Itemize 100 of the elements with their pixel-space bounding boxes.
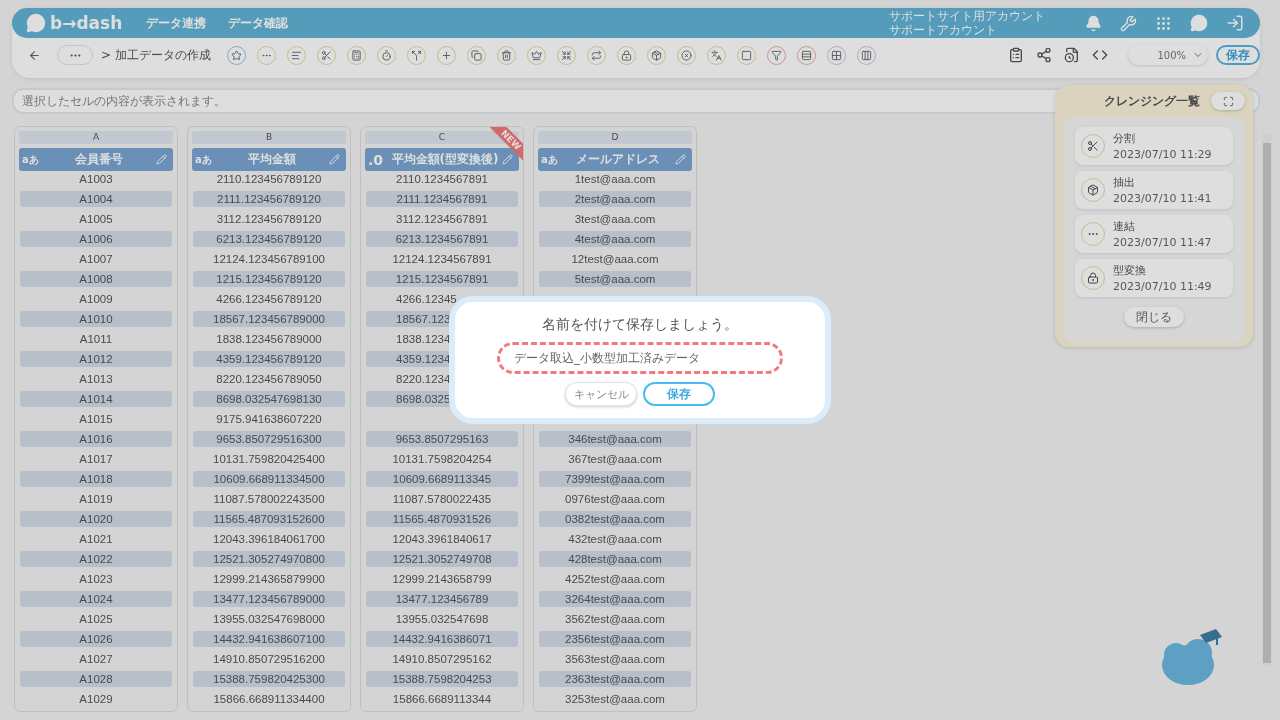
grid-icon[interactable] xyxy=(826,45,846,65)
edit-icon[interactable] xyxy=(502,154,513,165)
table-cell: 1215.123456789120 xyxy=(193,271,345,287)
table-cell: 11565.487093152600 xyxy=(193,511,345,527)
name-field[interactable]: データ取込_小数型加工済みデータ xyxy=(497,342,783,374)
step-name: 抽出 xyxy=(1113,175,1136,190)
scrollbar[interactable] xyxy=(1262,133,1272,665)
calculator-icon[interactable] xyxy=(346,45,366,65)
dots-icon[interactable] xyxy=(256,45,276,65)
chat-icon[interactable] xyxy=(1190,14,1208,32)
box-icon[interactable] xyxy=(646,45,666,65)
column-header[interactable]: aあ 会員番号 xyxy=(19,148,173,171)
lock-icon[interactable] xyxy=(616,45,636,65)
table-cell: A1018 xyxy=(20,471,172,487)
filter-icon[interactable] xyxy=(766,45,786,65)
column-name: 会員番号 xyxy=(74,151,124,168)
column-header[interactable]: aあ 平均金額 xyxy=(192,148,346,171)
zoom-select[interactable]: 100% xyxy=(1128,45,1208,65)
table-cell-text: A1003 xyxy=(78,172,114,187)
column-header[interactable]: .0 平均金額(型変換後) xyxy=(365,148,519,171)
table-cell: 346test@aaa.com xyxy=(539,431,691,447)
split-icon[interactable] xyxy=(406,45,426,65)
translate-icon[interactable] xyxy=(706,45,726,65)
table-cell-text: 2110.123456789120 xyxy=(215,172,323,187)
table-cell: 6213.123456789120 xyxy=(193,231,345,247)
history-item[interactable]: 分割 2023/07/10 11:29 xyxy=(1075,127,1233,165)
history-item[interactable]: 型変換 2023/07/10 11:49 xyxy=(1075,259,1233,297)
save-button[interactable]: 保存 xyxy=(1216,45,1260,65)
copy-icon[interactable] xyxy=(466,45,486,65)
cancel-button[interactable]: キャンセル xyxy=(565,382,637,406)
table-cell: 10609.668911334500 xyxy=(193,471,345,487)
table-cell-text: 2110.1234567891 xyxy=(395,172,489,187)
nav-link[interactable]: データ連携 xyxy=(146,14,207,32)
column-letter: A xyxy=(19,131,173,144)
expand-button[interactable] xyxy=(1211,92,1245,110)
column-name: 平均金額 xyxy=(247,151,297,168)
history-item[interactable]: 連結 2023/07/10 11:47 xyxy=(1075,215,1233,253)
logo[interactable]: b→dash xyxy=(26,13,123,33)
bell-icon[interactable] xyxy=(1085,14,1102,32)
edit-icon[interactable] xyxy=(329,154,340,165)
table-cell: A1022 xyxy=(20,551,172,567)
code-icon[interactable] xyxy=(1092,47,1108,63)
share-icon[interactable] xyxy=(1036,47,1052,63)
table-cell: 13477.123456789000 xyxy=(193,591,345,607)
table-cell: 15388.7598204253 xyxy=(366,671,518,687)
step-time: 2023/07/10 11:29 xyxy=(1113,148,1212,161)
table-cell-text: 12test@aaa.com xyxy=(570,252,660,267)
trash-icon[interactable] xyxy=(496,45,516,65)
back-icon[interactable] xyxy=(28,48,41,62)
table-cell-text: 15866.6689113344 xyxy=(391,692,493,707)
file-history-icon[interactable] xyxy=(1064,47,1080,63)
table-cell-text: A1007 xyxy=(78,252,114,267)
clipboard-icon[interactable] xyxy=(1008,47,1024,63)
table-cell: 2test@aaa.com xyxy=(539,191,691,207)
table-cell-text: 3562test@aaa.com xyxy=(564,612,666,627)
crown-icon[interactable] xyxy=(526,45,546,65)
plus-icon[interactable] xyxy=(436,45,456,65)
timer-icon[interactable] xyxy=(376,45,396,65)
type-label: aあ xyxy=(195,152,213,167)
shrink-icon[interactable] xyxy=(556,45,576,65)
repeat-icon[interactable] xyxy=(586,45,606,65)
save-button[interactable]: 保存 xyxy=(643,382,715,406)
history-item[interactable]: 抽出 2023/07/10 11:41 xyxy=(1075,171,1233,209)
table-cell-text: A1025 xyxy=(78,612,114,627)
type-label: aあ xyxy=(22,152,40,167)
table-cell: 7399test@aaa.com xyxy=(539,471,691,487)
circle-x-icon[interactable] xyxy=(676,45,696,65)
lines-icon[interactable] xyxy=(286,45,306,65)
rows-icon[interactable] xyxy=(796,45,816,65)
table-cell-text: 10131.759820425400 xyxy=(212,452,326,467)
table-cell: A1004 xyxy=(20,191,172,207)
column-header[interactable]: aあ メールアドレス xyxy=(538,148,692,171)
table-cell: 2356test@aaa.com xyxy=(539,631,691,647)
table-cell: A1026 xyxy=(20,631,172,647)
nav-link[interactable]: データ確認 xyxy=(228,14,289,32)
table-cell: 10609.6689113345 xyxy=(366,471,518,487)
edit-icon[interactable] xyxy=(675,154,686,165)
apps-icon[interactable] xyxy=(1155,14,1172,32)
logout-icon[interactable] xyxy=(1226,14,1244,32)
columns-icon[interactable] xyxy=(856,45,876,65)
table-cell: A1008 xyxy=(20,271,172,287)
type-label: .0 xyxy=(368,151,385,168)
panel-title: クレンジング一覧 xyxy=(1103,92,1201,110)
edit-icon[interactable] xyxy=(156,154,167,165)
scissors-icon[interactable] xyxy=(316,45,336,65)
wrench-icon[interactable] xyxy=(1120,14,1137,32)
table-cell: A1020 xyxy=(20,511,172,527)
table-cell-text: 10131.7598204254 xyxy=(391,452,493,467)
table-cell-text: A1011 xyxy=(78,332,114,347)
step-time: 2023/07/10 11:41 xyxy=(1113,192,1212,205)
step-name: 連結 xyxy=(1113,219,1136,234)
close-button[interactable]: 閉じる xyxy=(1124,307,1184,327)
table-cell: A1028 xyxy=(20,671,172,687)
table-cell-text: 12124.123456789100 xyxy=(212,252,326,267)
table-cell: 9653.8507295163 xyxy=(366,431,518,447)
table-cell: 14432.941638607100 xyxy=(193,631,345,647)
step-time: 2023/07/10 11:47 xyxy=(1113,236,1212,249)
table-cell: 15388.759820425300 xyxy=(193,671,345,687)
table-cell-text: 14910.850729516200 xyxy=(212,652,326,667)
table-cell: 0382test@aaa.com xyxy=(539,511,691,527)
